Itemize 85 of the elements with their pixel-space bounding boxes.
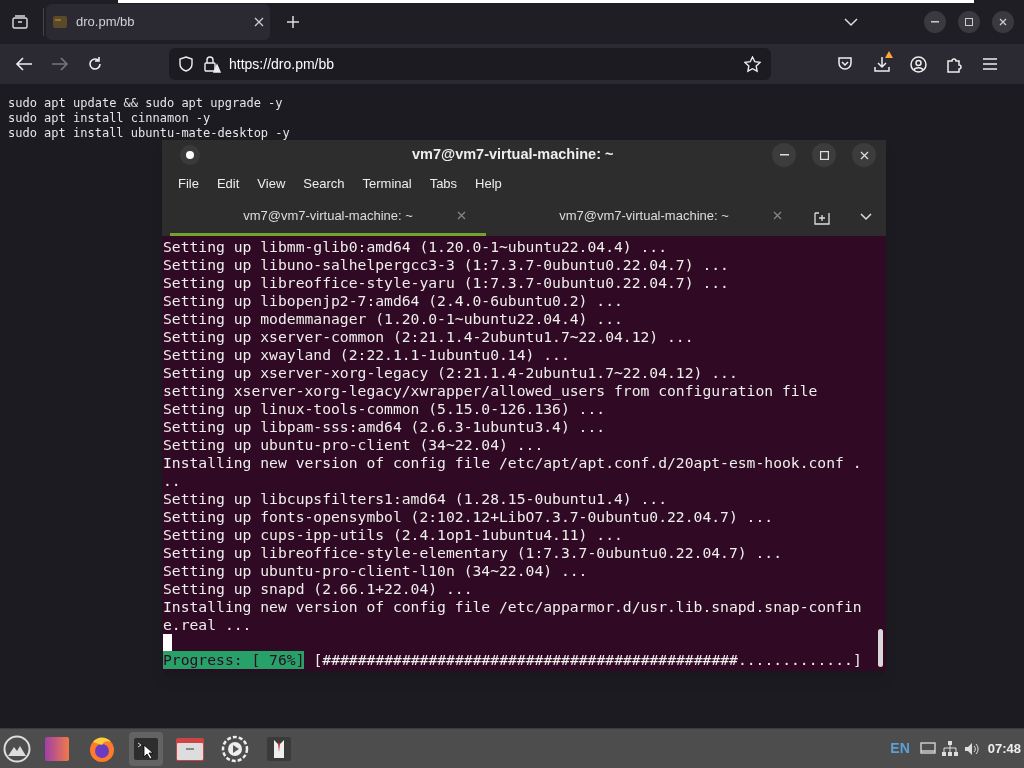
volume-icon[interactable] — [963, 741, 980, 756]
window-menu-icon[interactable] — [180, 145, 200, 165]
reload-icon[interactable] — [87, 56, 103, 72]
terminal-output-line: Setting up xwayland (2:22.1.1-1ubuntu0.14) ... — [163, 346, 571, 364]
close-tab-icon[interactable] — [457, 211, 466, 220]
close-button[interactable] — [852, 143, 876, 167]
menu-icon[interactable] — [982, 57, 998, 71]
terminal-output-line: Setting up linux-tools-common (5.15.0-126.136) ... — [163, 400, 607, 418]
menu-item[interactable]: Edit — [208, 174, 248, 194]
suit-icon[interactable] — [265, 734, 293, 763]
shield-icon — [179, 56, 193, 72]
terminal-output-line: Setting up libpam-sss:amd64 (2.6.3-1ubuntu3.4) ... — [163, 418, 607, 436]
chevron-down-icon[interactable] — [860, 213, 872, 221]
terminal-output-line: Installing new version of config file /etc/apparmor.d/usr.lib.snapd.snap-confin — [163, 598, 863, 616]
terminal-output-line: Setting up xserver-common (2:21.1.4-2ubuntu1.7~22.04.12) ... — [163, 328, 695, 346]
menu-item[interactable]: Search — [295, 174, 353, 194]
terminal-output-line: Setting up cups-ipp-utils (2.4.1op1-1ubuntu4.11) ... — [163, 526, 624, 544]
menu-item[interactable]: Help — [467, 174, 510, 194]
terminal-output-line: Setting up snapd (2.66.1+22.04) ... — [163, 580, 474, 598]
scrollbar-thumb[interactable] — [878, 629, 883, 667]
maximize-button[interactable] — [812, 143, 836, 167]
browser-tab[interactable]: dro.pm/bb — [46, 4, 270, 40]
terminal-output-line: Setting up libuno-salhelpergcc3-3 (1:7.3.7-0ubuntu0.22.04.7) ... — [163, 256, 730, 274]
terminal-output-line: Setting up libreoffice-style-yaru (1:7.3.7-0ubuntu0.22.04.7) ... — [163, 274, 730, 292]
menu-item[interactable]: File — [170, 174, 207, 194]
page-text-line: sudo apt update && sudo apt upgrade -y — [8, 96, 284, 111]
minimize-button[interactable] — [924, 11, 946, 33]
close-tab-icon[interactable] — [773, 211, 782, 220]
address-bar[interactable]: https://dro.pm/bb — [169, 48, 771, 80]
terminal-output-line: Installing new version of config file /etc/apt/apt.conf.d/20apt-esm-hook.conf . — [163, 454, 863, 472]
display-icon[interactable] — [919, 741, 936, 756]
close-icon — [999, 18, 1007, 26]
minimize-icon — [779, 154, 789, 156]
page-text-line: sudo apt install cinnamon -y — [8, 111, 212, 126]
settings-icon[interactable] — [221, 734, 249, 763]
pocket-icon[interactable] — [837, 56, 853, 72]
page-text-line: sudo apt install ubuntu-mate-desktop -y — [8, 126, 291, 141]
terminal-output-line: setting xserver-xorg-legacy/xwrapper/allowed_users from configuration file — [163, 382, 819, 400]
new-tab-icon[interactable] — [814, 209, 830, 225]
progress-label: Progress: [ 76%] — [163, 651, 305, 669]
maximize-button[interactable] — [958, 11, 980, 33]
url-text: https://dro.pm/bb — [229, 54, 336, 74]
maximize-icon — [965, 18, 973, 26]
terminal-tab[interactable]: vm7@vm7-virtual-machine: ~ — [486, 198, 802, 236]
terminal-output-line: Setting up ubuntu-pro-client (34~22.04) ... — [163, 436, 545, 454]
window-title: vm7@vm7-virtual-machine: ~ — [412, 145, 614, 165]
clock: 07:48 — [987, 739, 1021, 758]
network-icon[interactable] — [941, 741, 958, 756]
mountain-logo-icon[interactable] — [3, 734, 31, 763]
forward-icon[interactable] — [51, 56, 69, 72]
lock-warning-icon — [203, 55, 221, 73]
back-icon[interactable] — [15, 56, 33, 72]
tab-list-icon[interactable] — [11, 13, 29, 31]
tab-title: dro.pm/bb — [76, 13, 136, 32]
terminal-output-line: .. — [163, 472, 182, 490]
close-tab-icon[interactable] — [254, 17, 264, 27]
close-button[interactable] — [992, 11, 1014, 33]
terminal-output-line: Setting up xserver-xorg-legacy (2:21.1.4-2ubuntu1.7~22.04.12) ... — [163, 364, 739, 382]
menu-item[interactable]: Terminal — [354, 174, 420, 194]
terminal-icon — [133, 736, 159, 761]
close-icon — [859, 150, 869, 160]
download-icon[interactable] — [873, 55, 891, 73]
terminal-output-line: Setting up libcupsfilters1:amd64 (1.28.15-0ubuntu1.4) ... — [163, 490, 669, 508]
terminal-output-line: Setting up fonts-opensymbol (2:102.12+LibO7.3.7-0ubuntu0.22.04.7) ... — [163, 508, 775, 526]
extensions-icon[interactable] — [946, 55, 963, 73]
terminal-output-line: Setting up libopenjp2-7:amd64 (2.4.0-6ubuntu0.2) ... — [163, 292, 624, 310]
terminal-output-line: Setting up libreoffice-style-elementary (1:7.3.7-0ubuntu0.22.04.7) ... — [163, 544, 783, 562]
favicon-icon — [52, 14, 68, 30]
app-icon[interactable] — [43, 734, 71, 763]
terminal-output-line: e.real ... — [163, 616, 253, 634]
minimize-button[interactable] — [772, 143, 796, 167]
terminal-output-line: Setting up ubuntu-pro-client-l10n (34~22.04) ... — [163, 562, 589, 580]
text-cursor — [163, 634, 172, 651]
minimize-icon — [931, 21, 939, 23]
new-tab-icon[interactable] — [286, 15, 300, 29]
terminal-output-line: Setting up libmm-glib0:amd64 (1.20.0-1~ubuntu22.04.4) ... — [163, 238, 669, 256]
chevron-down-icon[interactable] — [844, 17, 858, 27]
maximize-icon — [819, 150, 829, 160]
account-icon[interactable] — [910, 55, 927, 73]
menu-item[interactable]: View — [249, 174, 294, 194]
terminal-output-line: Setting up modemmanager (1.20.0-1~ubuntu22.04.4) ... — [163, 310, 624, 328]
progress-bar-text: [###############################################.............] — [313, 651, 862, 669]
menu-item[interactable]: Tabs — [421, 174, 466, 194]
bookmark-star-icon[interactable] — [744, 55, 761, 73]
terminal-taskbar-button[interactable] — [129, 731, 163, 766]
